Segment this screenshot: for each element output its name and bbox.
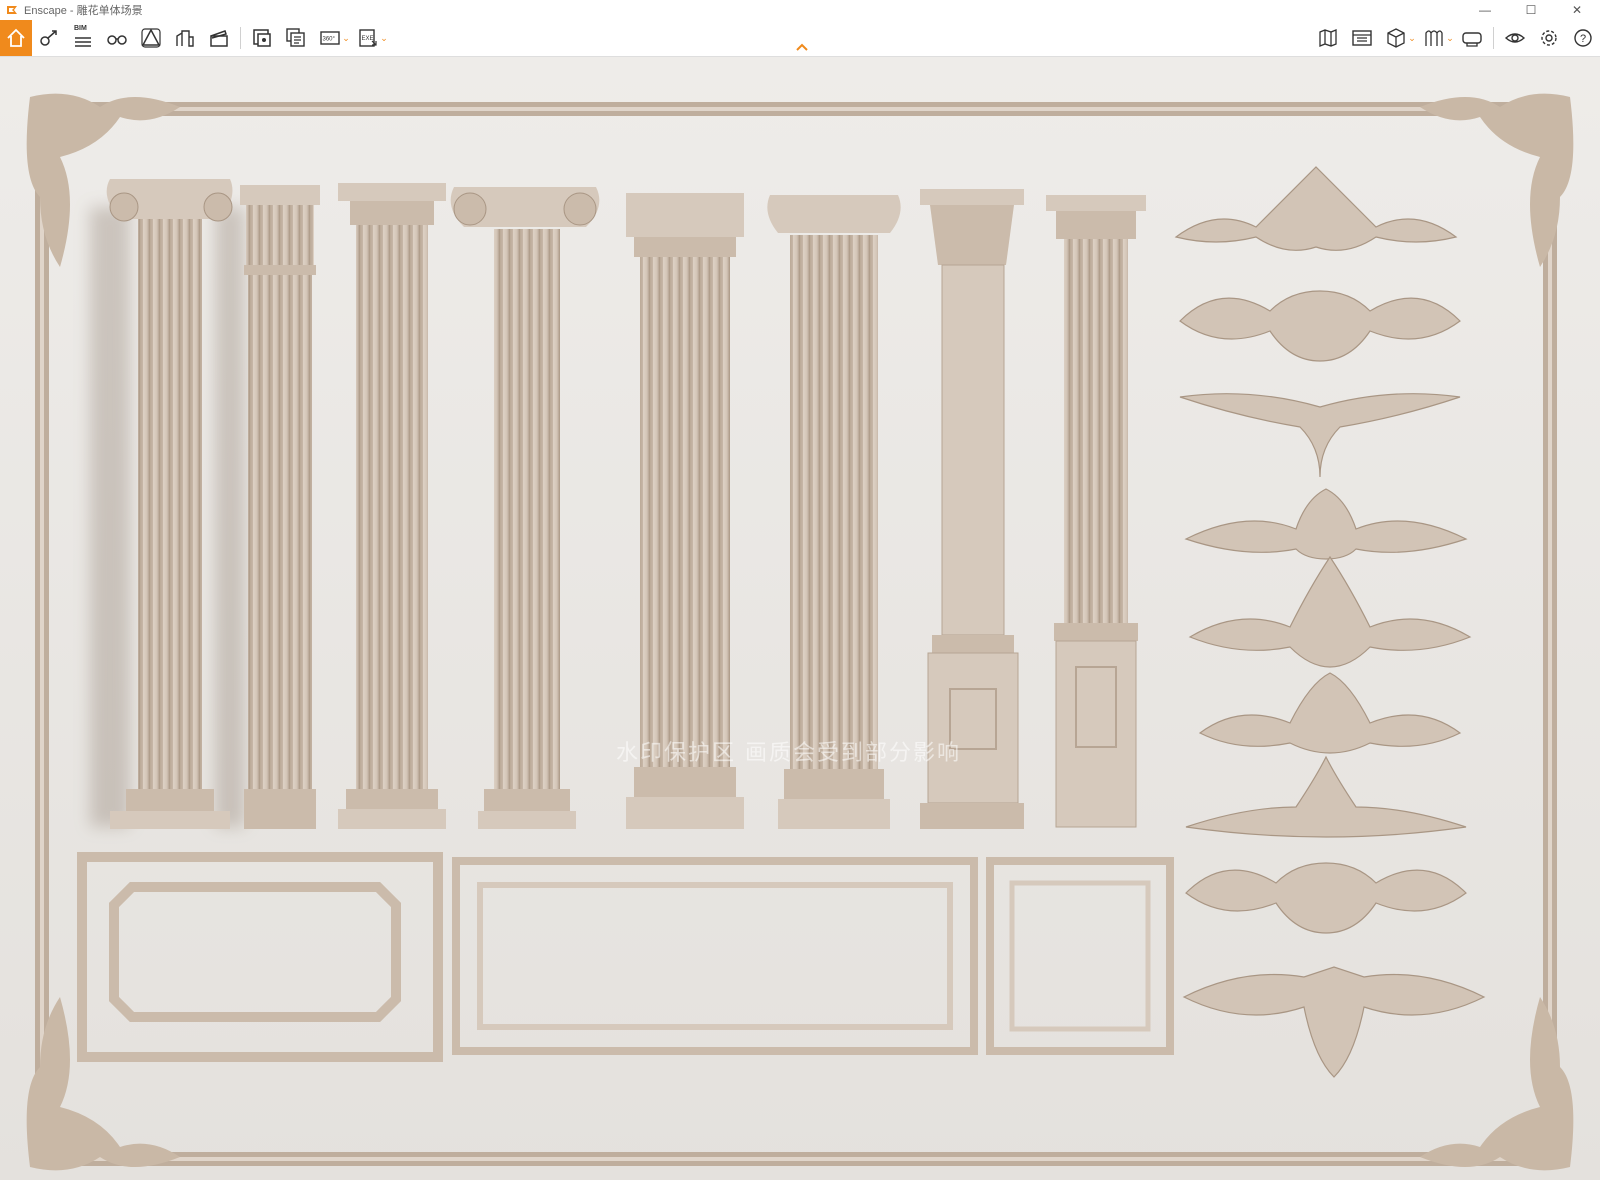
batch-render-icon [286,28,305,47]
help-button[interactable]: ? [1566,20,1600,56]
close-button[interactable]: ✕ [1554,0,1600,20]
visual-settings-button[interactable] [1498,20,1532,56]
ionic-pilaster [767,195,901,829]
panorama-button[interactable]: 360° [313,20,347,56]
video-editor-button[interactable] [202,20,236,56]
collapse-toolbar-icon[interactable] [795,42,809,52]
wall-panels [77,852,1174,1062]
scene-render [26,93,1574,1171]
clapper-icon [210,30,228,47]
carved-appliques [1174,166,1486,1078]
home-button[interactable] [0,20,32,56]
export-exe-icon: EXE [359,29,377,47]
exe-label: EXE [362,36,374,42]
toolbar-separator [1493,27,1494,49]
window-title: Enscape - 雕花单体场景 [24,5,143,17]
screenshot-button[interactable] [245,20,279,56]
minimize-button[interactable]: — [1462,0,1508,20]
watermark-text: 水印保护区 画质会受到部分影响 [616,741,961,766]
binoculars-button[interactable] [100,20,134,56]
cube-button[interactable] [1379,20,1413,56]
safe-frame-button[interactable] [134,20,168,56]
map-button[interactable] [1311,20,1345,56]
settings-icon [1541,30,1557,46]
title-bar: Enscape - 雕花单体场景 — ☐ ✕ [0,0,1600,20]
asset-library-button[interactable] [1345,20,1379,56]
binoculars-icon [107,35,127,45]
map-icon [1319,29,1337,47]
vr-headset-icon [1462,32,1482,47]
settings-button[interactable] [1532,20,1566,56]
bim-label: BIM [74,25,87,32]
safe-frame-icon [141,28,161,48]
cube-icon [1387,28,1405,48]
panorama-icon: 360° [320,31,340,45]
maximize-button[interactable]: ☐ [1508,0,1554,20]
view-icon [40,30,57,46]
materials-icon [1425,30,1443,46]
asset-library-icon [1352,30,1372,46]
ionic-column-2 [450,187,600,829]
home-icon [7,28,25,47]
toolbar-separator [240,27,241,49]
help-icon: ? [1574,29,1592,47]
fluted-pilaster [1046,195,1146,828]
screenshot-icon [253,29,271,47]
vr-headset-button[interactable] [1455,20,1489,56]
panorama-label: 360° [323,37,336,43]
help-label: ? [1580,33,1586,45]
materials-button[interactable] [1417,20,1451,56]
enscape-logo-icon [7,6,17,14]
visual-settings-icon [1504,33,1526,43]
tuscan-column [338,183,446,829]
building-button[interactable] [168,20,202,56]
batch-render-button[interactable] [279,20,313,56]
render-viewport[interactable]: 水印保护区 画质会受到部分影响 [0,57,1600,1180]
doric-column [240,185,320,829]
building-icon [176,30,194,47]
corinthian-pilaster [920,189,1024,829]
square-pilaster [626,193,744,829]
export-exe-button[interactable]: EXE [351,20,385,56]
bim-button[interactable]: BIM [66,20,100,56]
view-management-button[interactable] [32,20,66,56]
